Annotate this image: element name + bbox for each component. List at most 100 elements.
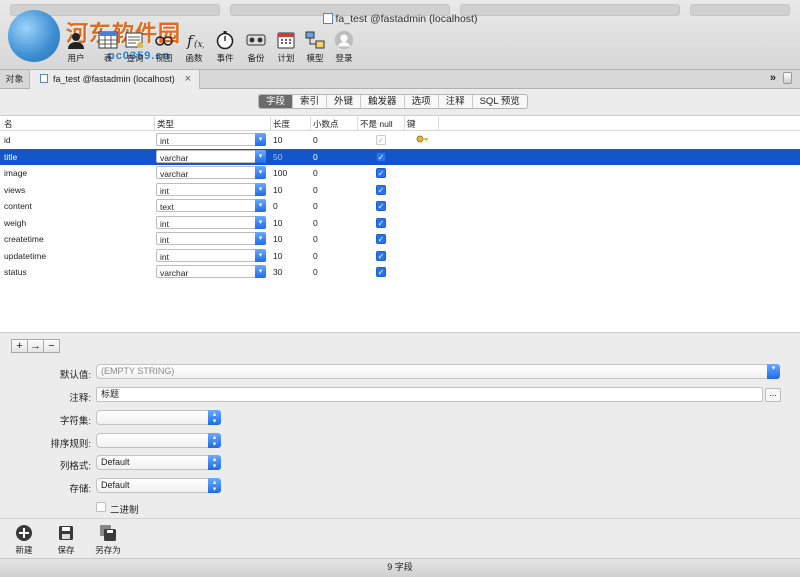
binary-checkbox[interactable] (96, 502, 106, 512)
not-null-checkbox[interactable]: ✓ (376, 184, 386, 195)
chevron-down-icon[interactable]: ▾ (255, 133, 266, 146)
comment-expand-button[interactable]: ... (765, 388, 781, 402)
chevron-down-icon[interactable]: ▾ (255, 232, 266, 245)
not-null-checkbox[interactable]: ✓ (376, 250, 386, 261)
table-row[interactable]: updatetime int ▾ 10 0 ✓ (0, 248, 800, 265)
table-row[interactable]: title varchar ▾ 50 0 ✓ (0, 148, 800, 165)
type-select[interactable]: int ▾ (156, 182, 266, 196)
toolbar-user-login-button[interactable]: 登录 (324, 30, 364, 64)
table-row[interactable]: content text ▾ 0 0 ✓ (0, 198, 800, 215)
field-name[interactable]: content (4, 201, 32, 211)
field-name[interactable]: createtime (4, 234, 44, 244)
field-length[interactable]: 100 (273, 168, 287, 178)
field-decimals[interactable]: 0 (313, 135, 318, 145)
field-decimals[interactable]: 0 (313, 185, 318, 195)
not-null-checkbox[interactable]: ✓ (376, 234, 386, 244)
field-length[interactable]: 30 (273, 267, 282, 277)
updown-icon[interactable]: ▴ ▾ (208, 433, 221, 448)
not-null-checkbox[interactable]: ✓ (376, 151, 386, 162)
type-select[interactable]: varchar ▾ (156, 149, 266, 163)
col-name[interactable]: 名 (4, 118, 13, 130)
field-decimals[interactable]: 0 (313, 168, 318, 178)
field-length[interactable]: 10 (273, 234, 282, 244)
not-null-checkbox[interactable]: ✓ (376, 217, 386, 228)
field-length[interactable]: 10 (273, 185, 282, 195)
tab-document[interactable]: fa_test @fastadmin (localhost) × (30, 70, 200, 89)
tab-menu-button[interactable] (783, 72, 792, 84)
storage-select[interactable]: Default ▴ ▾ (96, 478, 221, 493)
field-length[interactable]: 10 (273, 251, 282, 261)
add-field-button[interactable]: + (11, 339, 28, 353)
tab-segment[interactable]: 触发器 (361, 95, 405, 108)
type-select[interactable]: int ▾ (156, 232, 266, 245)
type-select[interactable]: int ▾ (156, 133, 266, 146)
field-decimals[interactable]: 0 (313, 267, 318, 277)
chevron-down-icon[interactable]: ▾ (255, 199, 266, 212)
chevron-down-icon[interactable]: ▾ (255, 248, 266, 262)
chevron-down-icon[interactable]: ▾ (255, 149, 266, 163)
table-row[interactable]: id int ▾ 10 0 ✓ (0, 132, 800, 149)
updown-icon[interactable]: ▴ ▾ (208, 455, 221, 470)
new-button[interactable]: 新建 (4, 524, 44, 556)
col-key[interactable]: 键 (407, 118, 416, 130)
col-type[interactable]: 类型 (157, 118, 174, 130)
field-length[interactable]: 10 (273, 135, 282, 145)
collation-select[interactable]: ▴ ▾ (96, 433, 221, 448)
field-length[interactable]: 10 (273, 218, 282, 228)
tab-segment[interactable]: SQL 预览 (473, 95, 527, 108)
field-name[interactable]: status (4, 267, 27, 277)
field-decimals[interactable]: 0 (313, 234, 318, 244)
table-row[interactable]: status varchar ▾ 30 0 ✓ (0, 264, 800, 281)
table-row[interactable]: image varchar ▾ 100 0 ✓ (0, 165, 800, 182)
field-name[interactable]: image (4, 168, 27, 178)
chevron-down-icon[interactable]: ▾ (255, 182, 266, 196)
field-length[interactable]: 0 (273, 201, 278, 211)
tab-objects[interactable]: 对象 (0, 70, 30, 89)
remove-field-button[interactable]: − (43, 339, 60, 353)
not-null-checkbox[interactable]: ✓ (376, 168, 386, 178)
field-name[interactable]: id (4, 135, 11, 145)
field-name[interactable]: title (4, 152, 17, 162)
type-select[interactable]: varchar ▾ (156, 166, 266, 179)
field-name[interactable]: weigh (4, 218, 26, 228)
type-select[interactable]: int ▾ (156, 248, 266, 262)
field-decimals[interactable]: 0 (313, 201, 318, 211)
col-length[interactable]: 长度 (273, 118, 290, 130)
tab-segment[interactable]: 选项 (405, 95, 439, 108)
save-as-button[interactable]: 另存为 (88, 524, 128, 556)
updown-icon[interactable]: ▴ ▾ (208, 478, 221, 493)
chevron-down-icon[interactable]: ▾ (255, 215, 266, 229)
chevron-down-icon[interactable]: ▾ (255, 265, 266, 278)
more-tabs-icon[interactable]: » (770, 72, 776, 84)
chevron-down-icon[interactable]: ▾ (255, 166, 266, 179)
col-not-null[interactable]: 不是 null (360, 118, 393, 130)
format-select[interactable]: Default ▴ ▾ (96, 455, 221, 470)
field-decimals[interactable]: 0 (313, 251, 318, 261)
default-value-combo[interactable]: (EMPTY STRING) ▾ (96, 364, 780, 379)
not-null-checkbox[interactable]: ✓ (376, 201, 386, 211)
chevron-down-icon[interactable]: ▾ (767, 364, 780, 379)
field-decimals[interactable]: 0 (313, 152, 318, 162)
insert-field-button[interactable]: → (27, 339, 44, 353)
type-select[interactable]: varchar ▾ (156, 265, 266, 278)
tab-segment[interactable]: 注释 (439, 95, 473, 108)
table-row[interactable]: weigh int ▾ 10 0 ✓ (0, 215, 800, 232)
col-decimals[interactable]: 小数点 (313, 118, 339, 130)
field-decimals[interactable]: 0 (313, 218, 318, 228)
field-name[interactable]: views (4, 185, 25, 195)
type-select[interactable]: text ▾ (156, 199, 266, 212)
updown-icon[interactable]: ▴ ▾ (208, 410, 221, 425)
close-icon[interactable]: × (185, 70, 191, 89)
table-row[interactable]: createtime int ▾ 10 0 ✓ (0, 231, 800, 248)
charset-select[interactable]: ▴ ▾ (96, 410, 221, 425)
tab-segment[interactable]: 索引 (293, 95, 328, 108)
tab-segment[interactable]: 字段 (259, 95, 294, 108)
save-button[interactable]: 保存 (46, 524, 86, 556)
table-row[interactable]: views int ▾ 10 0 ✓ (0, 182, 800, 199)
field-length[interactable]: 50 (273, 152, 282, 162)
comment-field[interactable]: 标题 (96, 387, 763, 402)
field-name[interactable]: updatetime (4, 251, 46, 261)
tab-segment[interactable]: 外键 (327, 95, 362, 108)
not-null-checkbox[interactable]: ✓ (376, 135, 386, 145)
not-null-checkbox[interactable]: ✓ (376, 267, 386, 277)
